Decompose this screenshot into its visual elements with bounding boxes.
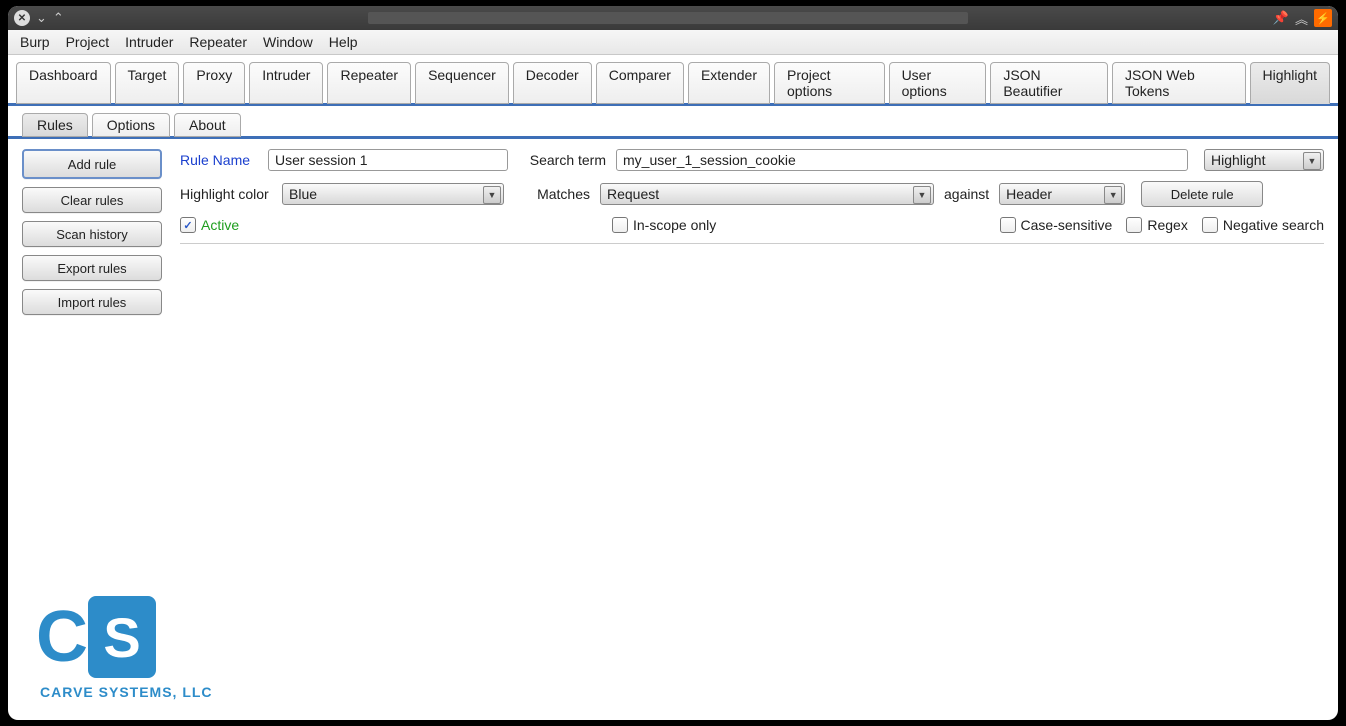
clear-rules-button[interactable]: Clear rules xyxy=(22,187,162,213)
in-scope-label: In-scope only xyxy=(633,217,716,233)
scan-history-button[interactable]: Scan history xyxy=(22,221,162,247)
in-scope-checkbox-group: In-scope only xyxy=(612,217,990,233)
form-row-1: Rule Name Search term Highlight ▼ xyxy=(180,149,1324,171)
negative-search-label: Negative search xyxy=(1223,217,1324,233)
logo-mark: C S xyxy=(36,596,156,678)
tab-project-options[interactable]: Project options xyxy=(774,62,885,104)
search-term-label: Search term xyxy=(522,152,606,168)
window-close-icon[interactable]: ✕ xyxy=(14,10,30,26)
tab-intruder[interactable]: Intruder xyxy=(249,62,323,104)
menu-help[interactable]: Help xyxy=(323,32,364,52)
titlebar-title-bar xyxy=(368,12,968,24)
subtab-options[interactable]: Options xyxy=(92,113,170,137)
delete-rule-button[interactable]: Delete rule xyxy=(1141,181,1263,207)
case-sensitive-label: Case-sensitive xyxy=(1021,217,1113,233)
negative-search-checkbox-group: Negative search xyxy=(1202,217,1324,233)
tab-comparer[interactable]: Comparer xyxy=(596,62,684,104)
against-value: Header xyxy=(1006,186,1052,202)
highlight-color-label: Highlight color xyxy=(180,186,272,202)
matches-select[interactable]: Request ▼ xyxy=(600,183,934,205)
search-term-input[interactable] xyxy=(616,149,1188,171)
sub-tab-strip: RulesOptionsAbout xyxy=(8,106,1338,139)
tab-extender[interactable]: Extender xyxy=(688,62,770,104)
active-checkbox[interactable] xyxy=(180,217,196,233)
tab-sequencer[interactable]: Sequencer xyxy=(415,62,509,104)
branding-company-name: CARVE SYSTEMS, LLC xyxy=(40,684,213,700)
in-scope-checkbox[interactable] xyxy=(612,217,628,233)
window-maximize-icon[interactable]: ⌃ xyxy=(53,10,64,26)
branding-logo: C S CARVE SYSTEMS, LLC xyxy=(36,596,213,700)
tab-json-web-tokens[interactable]: JSON Web Tokens xyxy=(1112,62,1246,104)
chevron-down-icon: ▼ xyxy=(1303,152,1321,170)
pin-icon[interactable]: 📌 xyxy=(1273,10,1289,26)
titlebar: ✕ ⌄ ⌃ 📌 ︽ ⚡ xyxy=(8,6,1338,30)
tab-json-beautifier[interactable]: JSON Beautifier xyxy=(990,62,1108,104)
tab-decoder[interactable]: Decoder xyxy=(513,62,592,104)
add-rule-button[interactable]: Add rule xyxy=(22,149,162,179)
against-select[interactable]: Header ▼ xyxy=(999,183,1125,205)
chevron-down-icon: ▼ xyxy=(1104,186,1122,204)
action-select-value: Highlight xyxy=(1211,152,1265,168)
matches-value: Request xyxy=(607,186,659,202)
matches-label: Matches xyxy=(518,186,590,202)
menu-intruder[interactable]: Intruder xyxy=(119,32,179,52)
tab-proxy[interactable]: Proxy xyxy=(183,62,245,104)
titlebar-right: 📌 ︽ ⚡ xyxy=(1273,9,1332,28)
tab-highlight[interactable]: Highlight xyxy=(1250,62,1330,104)
tab-dashboard[interactable]: Dashboard xyxy=(16,62,111,104)
logo-letter-s: S xyxy=(103,605,140,670)
negative-search-checkbox[interactable] xyxy=(1202,217,1218,233)
tab-repeater[interactable]: Repeater xyxy=(327,62,411,104)
menu-project[interactable]: Project xyxy=(60,32,116,52)
against-label: against xyxy=(944,186,989,202)
logo-letter-s-box: S xyxy=(88,596,156,678)
regex-label: Regex xyxy=(1147,217,1187,233)
rule-name-input[interactable] xyxy=(268,149,508,171)
titlebar-left: ✕ ⌄ ⌃ xyxy=(14,10,64,26)
burp-app-icon: ⚡ xyxy=(1314,9,1332,27)
menu-repeater[interactable]: Repeater xyxy=(183,32,253,52)
regex-checkbox-group: Regex xyxy=(1126,217,1187,233)
form-area: Rule Name Search term Highlight ▼ Highli… xyxy=(180,149,1324,720)
logo-letter-c: C xyxy=(36,601,82,673)
window-frame: ✕ ⌄ ⌃ 📌 ︽ ⚡ Burp Project Intruder Repeat… xyxy=(8,6,1338,720)
import-rules-button[interactable]: Import rules xyxy=(22,289,162,315)
regex-checkbox[interactable] xyxy=(1126,217,1142,233)
menubar: Burp Project Intruder Repeater Window He… xyxy=(8,30,1338,55)
window-minimize-icon[interactable]: ⌄ xyxy=(36,10,47,26)
active-checkbox-group: Active xyxy=(180,217,496,233)
subtab-about[interactable]: About xyxy=(174,113,241,137)
highlight-color-select[interactable]: Blue ▼ xyxy=(282,183,504,205)
form-row-3: Active In-scope only Case-sensitive Rege… xyxy=(180,217,1324,244)
tab-target[interactable]: Target xyxy=(115,62,180,104)
chevron-down-icon: ▼ xyxy=(483,186,501,204)
action-select[interactable]: Highlight ▼ xyxy=(1204,149,1324,171)
chevron-down-icon: ▼ xyxy=(913,186,931,204)
menu-window[interactable]: Window xyxy=(257,32,319,52)
form-row-2: Highlight color Blue ▼ Matches Request ▼… xyxy=(180,181,1324,207)
rule-name-label: Rule Name xyxy=(180,152,258,168)
collapse-up-icon[interactable]: ︽ xyxy=(1295,9,1308,28)
case-sensitive-checkbox[interactable] xyxy=(1000,217,1016,233)
export-rules-button[interactable]: Export rules xyxy=(22,255,162,281)
highlight-color-value: Blue xyxy=(289,186,317,202)
active-label: Active xyxy=(201,217,239,233)
menu-burp[interactable]: Burp xyxy=(14,32,56,52)
titlebar-center xyxy=(64,12,1273,24)
subtab-rules[interactable]: Rules xyxy=(22,113,88,137)
tab-user-options[interactable]: User options xyxy=(889,62,987,104)
case-sensitive-checkbox-group: Case-sensitive xyxy=(1000,217,1113,233)
main-tab-strip: DashboardTargetProxyIntruderRepeaterSequ… xyxy=(8,55,1338,106)
